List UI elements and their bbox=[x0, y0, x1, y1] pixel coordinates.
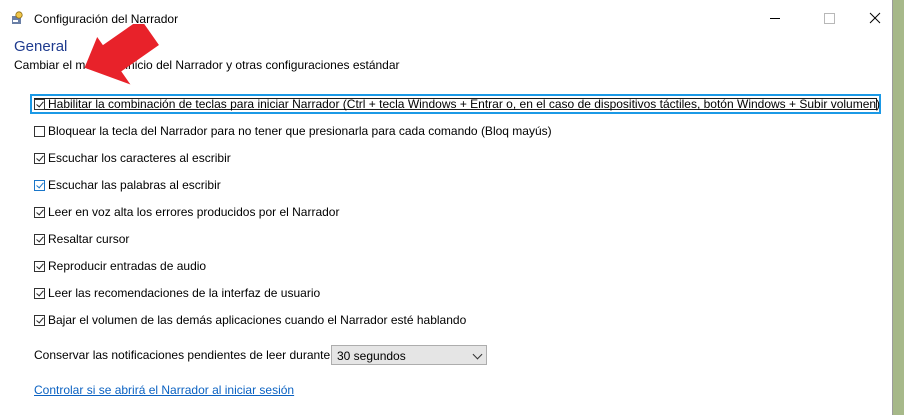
option-checkbox[interactable] bbox=[34, 233, 45, 245]
narrator-settings-window: Configuración del Narrador General Cambi… bbox=[0, 0, 893, 415]
startup-settings-link[interactable]: Controlar si se abrirá el Narrador al in… bbox=[34, 383, 294, 397]
option-label: Escuchar los caracteres al escribir bbox=[48, 151, 231, 165]
close-icon bbox=[869, 12, 881, 24]
option-label: Bloquear la tecla del Narrador para no t… bbox=[48, 124, 552, 138]
notifications-duration-select[interactable]: 30 segundos bbox=[331, 345, 487, 365]
select-value: 30 segundos bbox=[337, 349, 406, 363]
option-label: Habilitar la combinación de teclas para … bbox=[48, 97, 881, 111]
option-row[interactable]: Escuchar las palabras al escribir bbox=[34, 177, 221, 193]
option-row[interactable]: Escuchar los caracteres al escribir bbox=[34, 150, 231, 166]
option-checkbox[interactable] bbox=[34, 287, 45, 299]
option-checkbox[interactable] bbox=[34, 179, 45, 191]
option-label: Reproducir entradas de audio bbox=[48, 259, 207, 273]
option-checkbox[interactable] bbox=[34, 152, 45, 164]
option-label: Leer en voz alta los errores producidos … bbox=[48, 205, 340, 219]
close-button[interactable] bbox=[852, 0, 898, 36]
option-row[interactable]: Leer en voz alta los errores producidos … bbox=[34, 204, 339, 220]
minimize-icon bbox=[770, 17, 780, 19]
option-label: Escuchar las palabras al escribir bbox=[48, 178, 221, 192]
option-row[interactable]: Habilitar la combinación de teclas para … bbox=[34, 96, 880, 112]
chevron-down-icon bbox=[472, 349, 483, 360]
option-row[interactable]: Leer las recomendaciones de la interfaz … bbox=[34, 285, 320, 301]
notifications-label: Conservar las notificaciones pendientes … bbox=[34, 348, 334, 362]
option-row[interactable]: Bajar el volumen de las demás aplicacion… bbox=[34, 312, 466, 328]
page-subtitle: Cambiar el modo de inicio del Narrador y… bbox=[14, 58, 400, 72]
maximize-button[interactable] bbox=[806, 0, 852, 36]
option-label: Bajar el volumen de las demás aplicacion… bbox=[48, 313, 467, 327]
page-title: General bbox=[14, 38, 68, 55]
option-checkbox[interactable] bbox=[34, 125, 45, 137]
option-row[interactable]: Reproducir entradas de audio bbox=[34, 258, 206, 274]
option-row[interactable]: Bloquear la tecla del Narrador para no t… bbox=[34, 123, 552, 139]
narrator-app-icon bbox=[12, 11, 23, 24]
option-checkbox[interactable] bbox=[34, 98, 45, 110]
option-row[interactable]: Resaltar cursor bbox=[34, 231, 129, 247]
option-checkbox[interactable] bbox=[34, 314, 45, 326]
option-checkbox[interactable] bbox=[34, 206, 45, 218]
option-checkbox[interactable] bbox=[34, 260, 45, 272]
option-label: Leer las recomendaciones de la interfaz … bbox=[48, 286, 321, 300]
minimize-button[interactable] bbox=[752, 0, 798, 36]
option-label: Resaltar cursor bbox=[48, 232, 130, 246]
annotation-arrow-icon bbox=[84, 24, 159, 85]
maximize-icon bbox=[823, 12, 835, 24]
